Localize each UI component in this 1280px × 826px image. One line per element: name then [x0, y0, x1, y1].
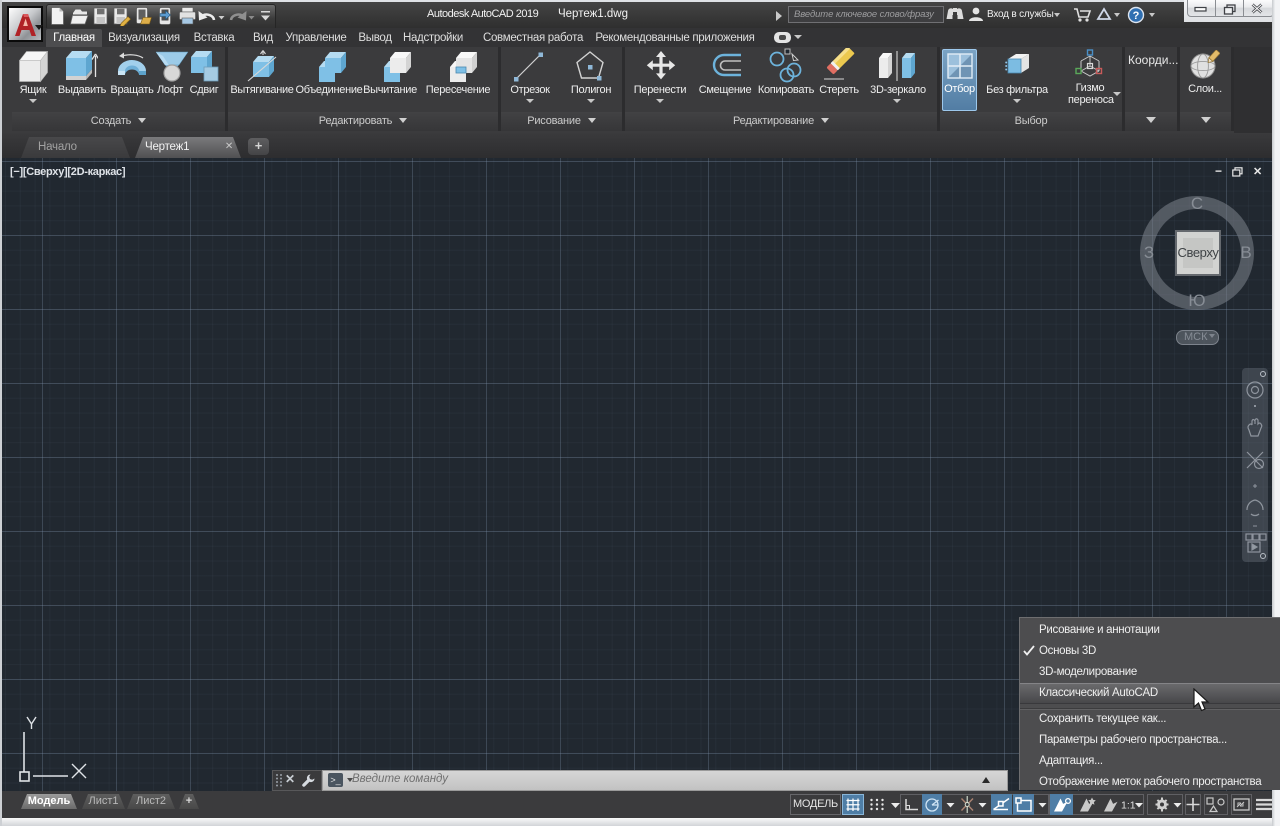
svg-text:?: ? — [1133, 10, 1140, 22]
svg-text:1:1: 1:1 — [1121, 800, 1136, 812]
